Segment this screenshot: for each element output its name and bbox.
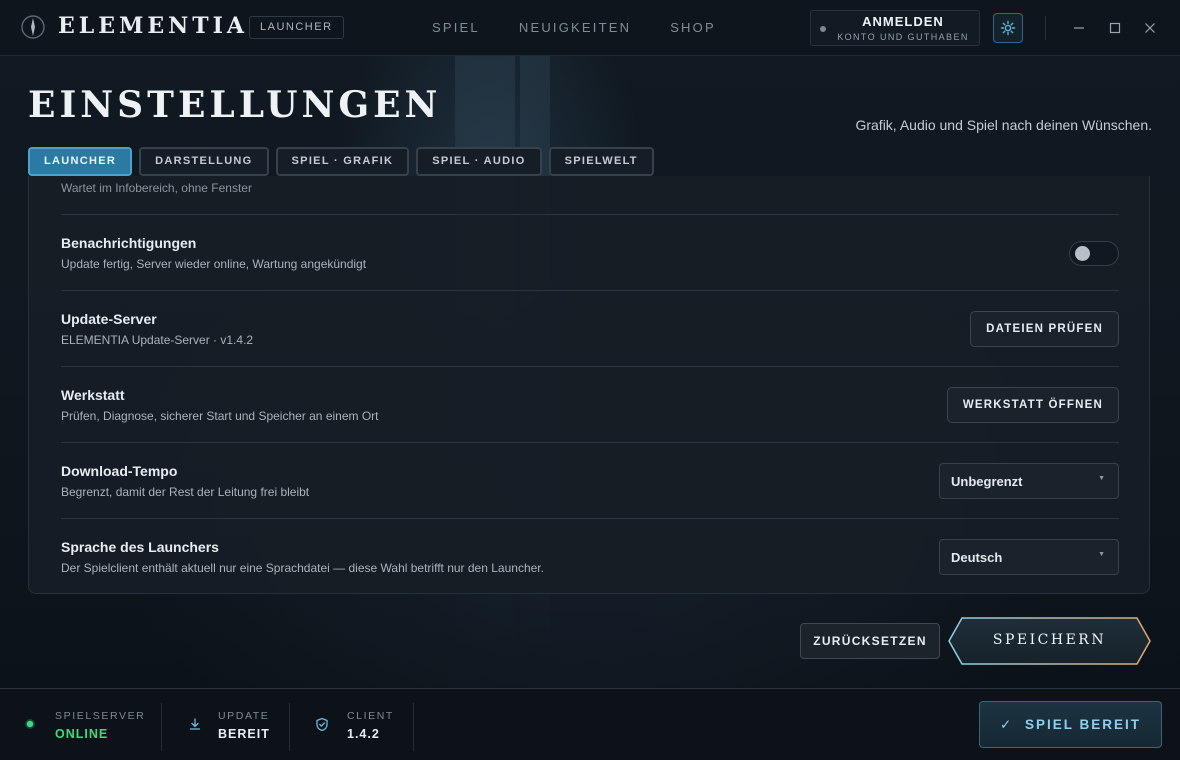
login-title: ANMELDEN (862, 14, 944, 29)
status-value: 1.4.2 (347, 727, 380, 741)
minimize-button[interactable] (1069, 18, 1089, 38)
login-subtitle: KONTO UND GUTHABEN (837, 32, 969, 42)
reset-button[interactable]: ZURÜCKSETZEN (800, 623, 940, 659)
open-workshop-button[interactable]: WERKSTATT ÖFFNEN (946, 387, 1119, 423)
page-subtitle: Grafik, Audio und Spiel nach deinen Wüns… (855, 117, 1152, 133)
download-icon (189, 718, 201, 730)
setting-label: Werkstatt (61, 387, 125, 403)
setting-row-workshop: Werkstatt Prüfen, Diagnose, sicherer Sta… (61, 366, 1119, 442)
tab-spielwelt[interactable]: SPIELWELT (548, 147, 654, 176)
notifications-toggle[interactable] (1069, 241, 1119, 266)
gear-icon (1000, 20, 1016, 36)
setting-row-notifications: Benachrichtigungen Update fertig, Server… (61, 214, 1119, 290)
play-button[interactable]: ✓ SPIEL BEREIT (979, 701, 1162, 748)
status-divider (413, 703, 414, 751)
status-divider (161, 703, 162, 751)
brand-tag: LAUNCHER (249, 16, 344, 39)
status-value: BEREIT (218, 727, 270, 741)
tab-launcher[interactable]: LAUNCHER (28, 147, 133, 176)
status-label: UPDATE (218, 710, 270, 722)
partial-setting-description: Wartet im Infobereich, ohne Fenster (61, 181, 252, 195)
chevron-down-icon: ▼ (1098, 475, 1105, 482)
tab-darstellung[interactable]: DARSTELLUNG (139, 147, 269, 176)
setting-row-language: Sprache des Launchers Der Spielclient en… (61, 518, 1119, 593)
settings-tabs: LAUNCHER DARSTELLUNG SPIEL · GRAFIK SPIE… (28, 147, 654, 176)
status-label: SPIELSERVER (55, 710, 146, 722)
settings-panel[interactable]: Wartet im Infobereich, ohne Fenster Bena… (28, 176, 1150, 594)
logo-icon (21, 15, 45, 39)
check-files-button[interactable]: DATEIEN PRÜFEN (970, 311, 1119, 347)
setting-row-download-speed: Download-Tempo Begrenzt, damit der Rest … (61, 442, 1119, 518)
settings-button[interactable] (993, 13, 1023, 43)
setting-description: Prüfen, Diagnose, sicherer Start und Spe… (61, 409, 379, 423)
select-value: Unbegrenzt (951, 474, 1023, 489)
language-select[interactable]: Deutsch ▼ (939, 539, 1119, 575)
save-button-label: SPEICHERN (992, 632, 1107, 648)
status-client: CLIENT 1.4.2 (315, 689, 415, 760)
close-icon (1145, 23, 1155, 33)
setting-row-update-server: Update-Server ELEMENTIA Update-Server · … (61, 290, 1119, 366)
chevron-down-icon: ▼ (1098, 551, 1105, 558)
setting-description: Der Spielclient enthält aktuell nur eine… (61, 561, 544, 575)
select-value: Deutsch (951, 550, 1003, 565)
setting-label: Sprache des Launchers (61, 539, 219, 555)
shield-icon (316, 717, 328, 732)
status-label: CLIENT (347, 710, 394, 722)
brand-name: ELEMENTIA (58, 13, 248, 39)
status-server: SPIELSERVER ONLINE (24, 689, 162, 760)
setting-label: Update-Server (61, 311, 157, 327)
maximize-icon (1109, 22, 1121, 34)
minimize-icon (1074, 27, 1084, 29)
window-controls-divider (1045, 16, 1046, 40)
toggle-knob (1075, 246, 1090, 261)
play-button-label: SPIEL BEREIT (1025, 717, 1142, 732)
close-button[interactable] (1140, 18, 1160, 38)
nav-item-neuigkeiten[interactable]: NEUIGKEITEN (519, 20, 631, 35)
status-divider (289, 703, 290, 751)
status-value: ONLINE (55, 727, 109, 741)
save-button[interactable]: SPEICHERN (948, 617, 1151, 665)
nav-item-shop[interactable]: SHOP (670, 20, 716, 35)
maximize-button[interactable] (1105, 18, 1125, 38)
tab-spiel-grafik[interactable]: SPIEL · GRAFIK (275, 147, 410, 176)
online-indicator-icon (25, 719, 35, 729)
tab-spiel-audio[interactable]: SPIEL · AUDIO (416, 147, 542, 176)
login-button[interactable]: ANMELDEN KONTO UND GUTHABEN (810, 10, 980, 46)
nav-item-spiel[interactable]: SPIEL (432, 20, 480, 35)
setting-description: ELEMENTIA Update-Server · v1.4.2 (61, 333, 254, 347)
setting-description: Begrenzt, damit der Rest der Leitung fre… (61, 485, 310, 499)
setting-label: Benachrichtigungen (61, 235, 197, 251)
setting-description: Update fertig, Server wieder online, War… (61, 257, 367, 271)
status-update: UPDATE BEREIT (188, 689, 288, 760)
check-icon: ✓ (999, 717, 1014, 732)
download-speed-select[interactable]: Unbegrenzt ▼ (939, 463, 1119, 499)
title-bar: ELEMENTIA LAUNCHER SPIEL NEUIGKEITEN SHO… (0, 0, 1180, 56)
page-title: EINSTELLUNGEN (28, 84, 442, 126)
setting-label: Download-Tempo (61, 463, 178, 479)
main-nav: SPIEL NEUIGKEITEN SHOP (432, 20, 716, 35)
